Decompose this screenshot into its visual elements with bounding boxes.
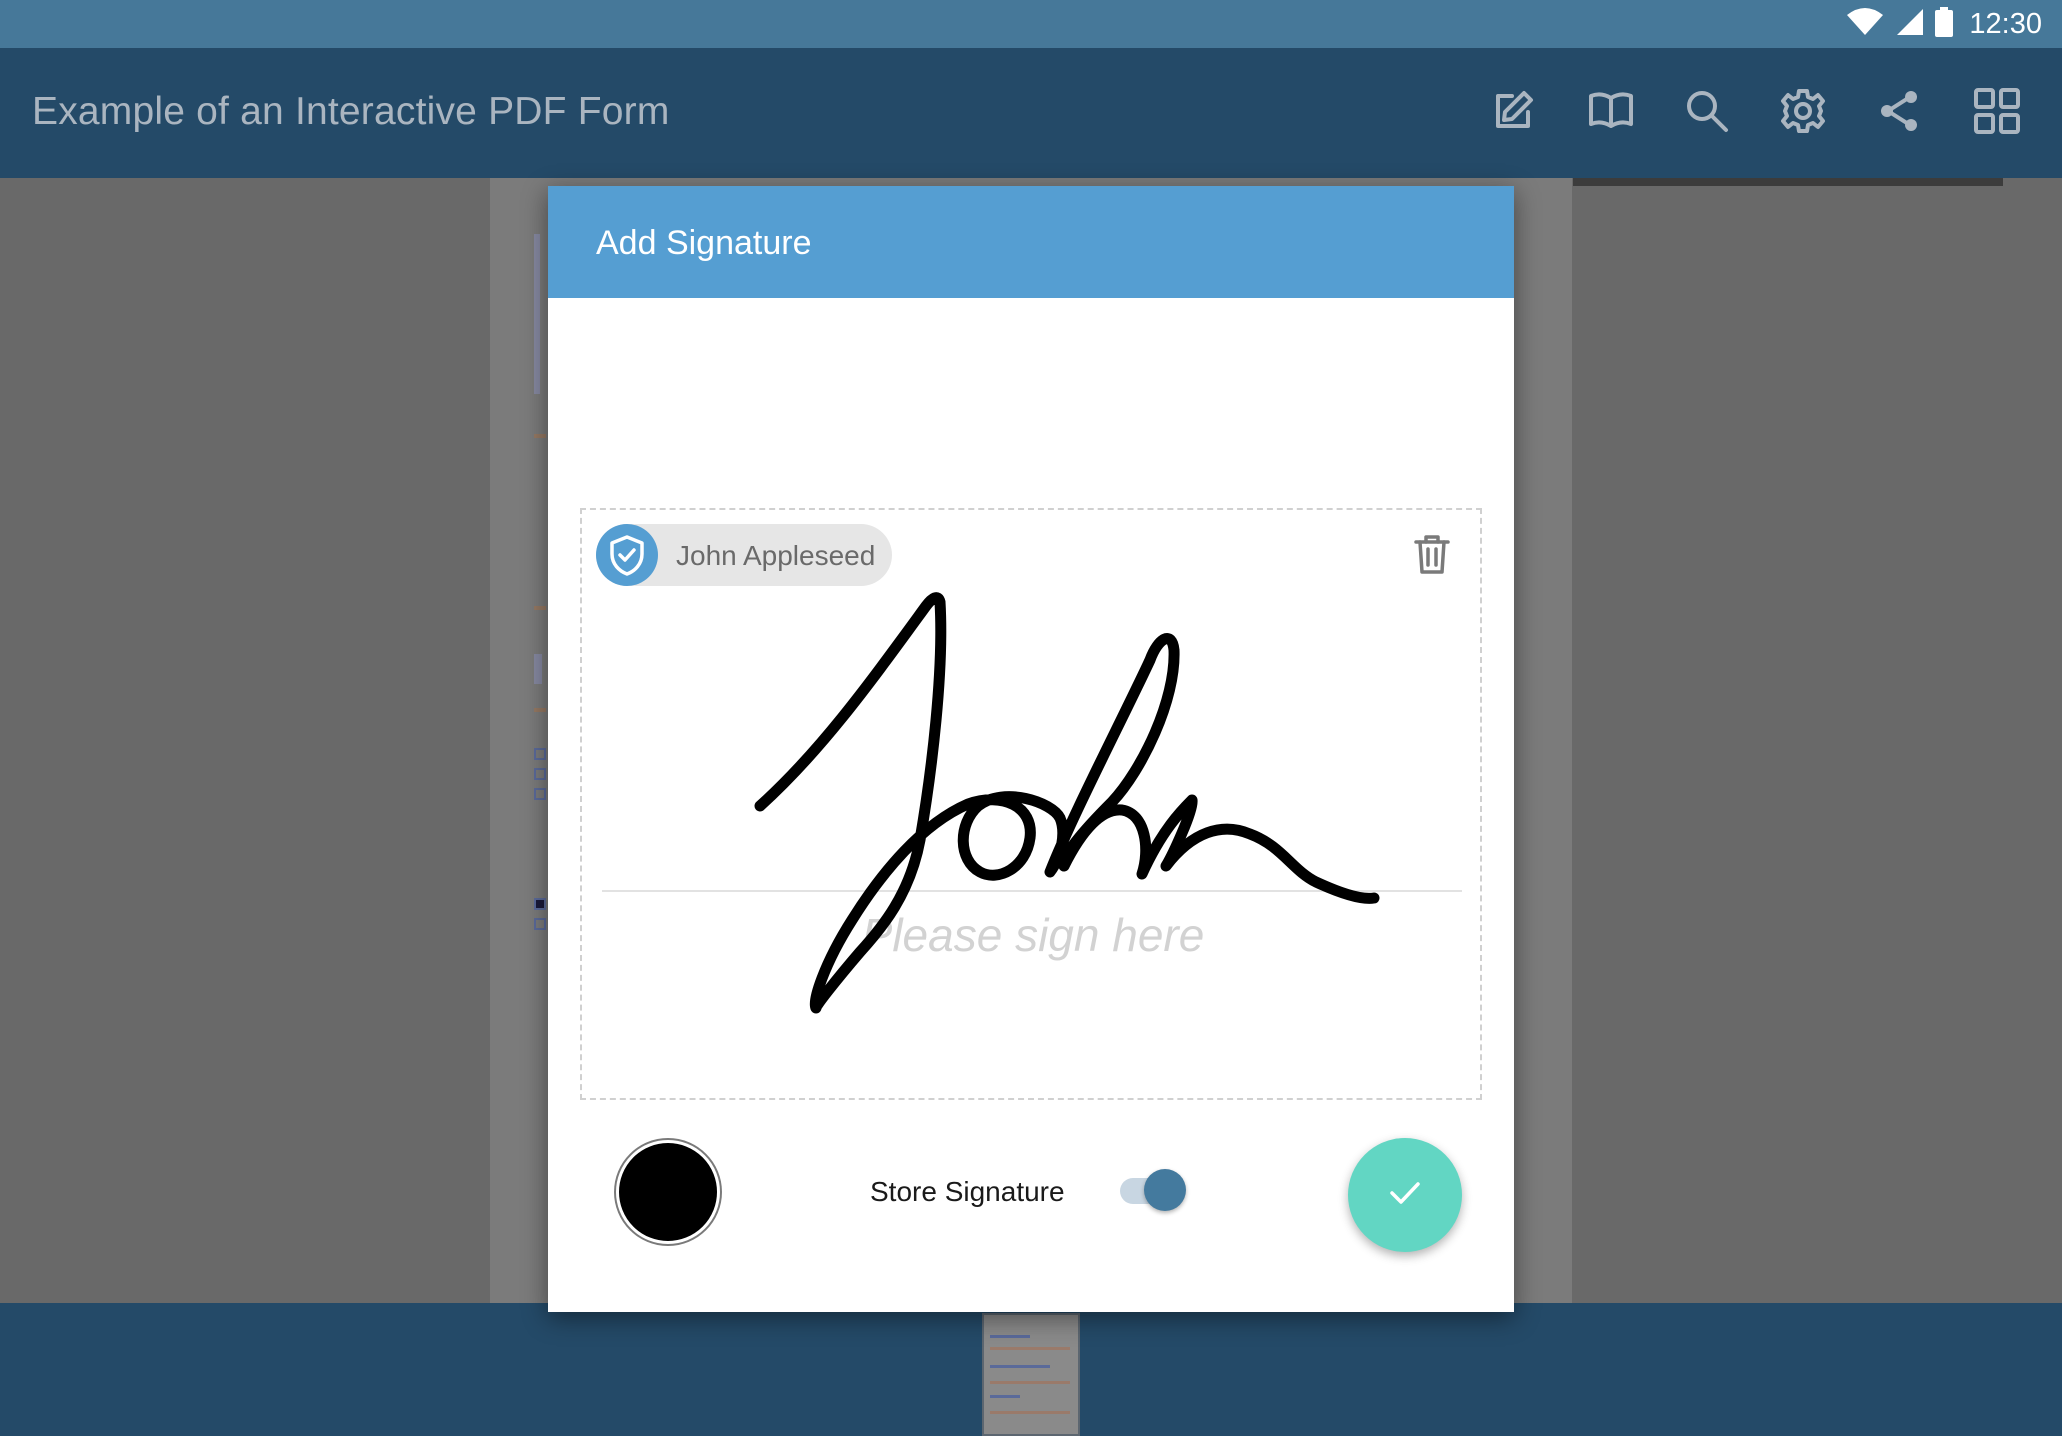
status-time: 12:30	[1969, 7, 2042, 40]
dialog-header: Add Signature	[548, 186, 1514, 298]
cellular-signal-icon	[1895, 7, 1925, 42]
signature-stroke	[754, 592, 1380, 1014]
page-scrubber-bar	[0, 1303, 2062, 1436]
verified-shield-icon	[596, 524, 658, 586]
signer-name: John Appleseed	[676, 540, 876, 571]
signer-chip: John Appleseed	[596, 524, 892, 586]
app-toolbar: Example of an Interactive PDF Form	[0, 48, 2062, 178]
wifi-icon	[1845, 7, 1885, 42]
search-button[interactable]	[1680, 86, 1734, 140]
trash-icon	[1413, 533, 1451, 580]
settings-icon	[1779, 87, 1827, 140]
reader-view-icon	[1587, 90, 1635, 137]
share-icon	[1876, 88, 1922, 139]
reader-view-button[interactable]	[1584, 86, 1638, 140]
store-signature-toggle-knob[interactable]	[1144, 1169, 1186, 1211]
edit-annotations-button[interactable]	[1486, 86, 1540, 140]
thumbnail-grid-button[interactable]	[1970, 86, 2024, 140]
page-thumbnail[interactable]	[982, 1313, 1080, 1436]
share-button[interactable]	[1872, 86, 1926, 140]
edit-annotations-icon	[1490, 88, 1536, 139]
signature-canvas[interactable]: Please sign here John Appleseed	[580, 508, 1482, 1100]
add-signature-dialog: Add Signature Please sign here John Appl…	[548, 186, 1514, 1312]
status-icons: 12:30	[1845, 0, 2042, 48]
dialog-title: Add Signature	[596, 224, 812, 262]
document-title: Example of an Interactive PDF Form	[32, 90, 670, 133]
store-signature-label: Store Signature	[870, 1176, 1065, 1207]
thumbnail-grid-icon	[1973, 87, 2021, 140]
battery-icon	[1935, 6, 1954, 42]
clear-signature-button[interactable]	[1410, 534, 1454, 578]
checkmark-icon	[1388, 1180, 1422, 1211]
confirm-signature-button[interactable]	[1348, 1138, 1462, 1252]
ink-color-picker[interactable]	[616, 1140, 720, 1244]
settings-button[interactable]	[1776, 86, 1830, 140]
search-icon	[1684, 88, 1730, 139]
status-bar: 12:30	[0, 0, 2062, 48]
